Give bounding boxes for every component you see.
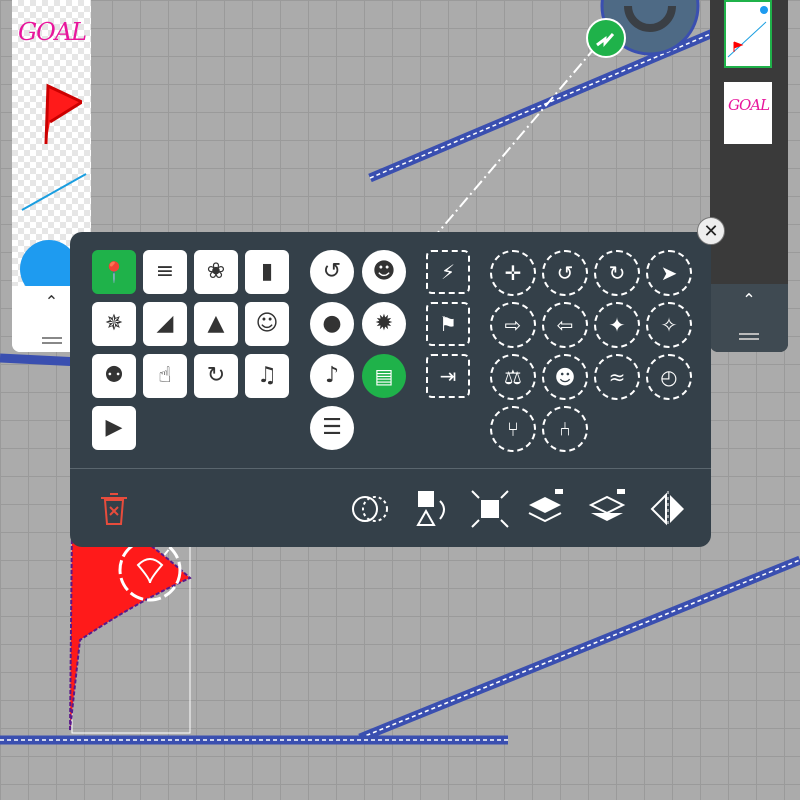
layer-up-icon[interactable] [524,487,568,531]
video-tile-icon[interactable]: ▶ [92,406,136,450]
touch-icon[interactable]: ☝ [143,354,187,398]
pin-icon[interactable]: 📍 [92,250,136,294]
shake-icon[interactable]: ≈ [594,354,640,400]
book-icon[interactable]: ▤ [362,354,406,398]
flip-icon[interactable] [646,487,690,531]
level-page-1[interactable] [724,0,772,68]
checklist-icon[interactable]: ☰ [310,406,354,450]
tree-icon[interactable]: ⑃ [542,406,588,452]
delete-icon[interactable] [92,487,136,531]
spark-icon[interactable]: ✹ [362,302,406,346]
person-icon[interactable]: ☻ [362,250,406,294]
shape-swap-icon[interactable] [410,487,454,531]
link-icon[interactable]: ⚉ [92,354,136,398]
rotate-arrow-icon[interactable]: ↺ [310,250,354,294]
rotate-cw-icon[interactable]: ↻ [594,250,640,296]
object-picker-popup: 📍 ≡ ❀ ▮ ✵ ◢ ▲ ☺ ⚉ ☝ ↻ ♫ ▶ ↺ ☻ ● ✹ ♪ ▤ ☰ … [70,232,711,547]
page-panel: GOAL ⌃ [710,0,788,352]
left-ledge[interactable] [0,353,81,367]
red-flag-asset[interactable] [32,80,82,146]
page-panel-footer: ⌃ [710,284,788,352]
spring-icon[interactable]: ≡ [143,250,187,294]
circle-shape-icon[interactable] [348,487,392,531]
layer-down-icon[interactable] [586,487,630,531]
push-icon[interactable]: ⇨ [490,302,536,348]
bomb-icon[interactable]: ● [310,302,354,346]
pull-icon[interactable]: ⇦ [542,302,588,348]
blue-line-asset[interactable] [20,170,90,215]
balance-icon[interactable]: ⚖ [490,354,536,400]
move-all-icon[interactable]: ✛ [490,250,536,296]
astronaut-icon[interactable]: ☺ [245,302,289,346]
run-icon[interactable]: ➤ [646,250,692,296]
expand-icon[interactable]: ✦ [594,302,640,348]
branch-icon[interactable]: ⑂ [490,406,536,452]
loop-icon[interactable]: ↻ [194,354,238,398]
green-trigger-icon[interactable] [586,18,626,58]
goal-sticker[interactable]: GOAL [18,18,87,46]
grip-icon[interactable] [739,333,759,335]
resize-icon[interactable] [468,487,512,531]
popup-divider [70,468,711,469]
burst-icon[interactable]: ✵ [92,302,136,346]
flag-object[interactable] [69,514,192,734]
music-note-icon[interactable]: ♪ [310,354,354,398]
chevron-up-icon[interactable]: ⌃ [710,290,788,309]
level-page-2[interactable]: GOAL [724,82,772,144]
carry-icon[interactable]: ☻ [542,354,588,400]
cannon-icon[interactable]: ▲ [194,302,238,346]
fan-icon[interactable]: ❀ [194,250,238,294]
timer-icon[interactable]: ◴ [646,354,692,400]
close-icon[interactable]: ✕ [697,217,725,245]
rotate-ccw-icon[interactable]: ↺ [542,250,588,296]
shrink-icon[interactable]: ✧ [646,302,692,348]
door-icon[interactable]: ▮ [245,250,289,294]
flag-icon[interactable]: ⚑ [426,302,470,346]
treadmill-icon[interactable]: ◢ [143,302,187,346]
grip-icon[interactable] [41,337,62,339]
music-tile-icon[interactable]: ♫ [245,354,289,398]
exit-icon[interactable]: ⇥ [426,354,470,398]
lightning-icon[interactable]: ⚡ [426,250,470,294]
ramp-bottom[interactable] [358,555,800,743]
